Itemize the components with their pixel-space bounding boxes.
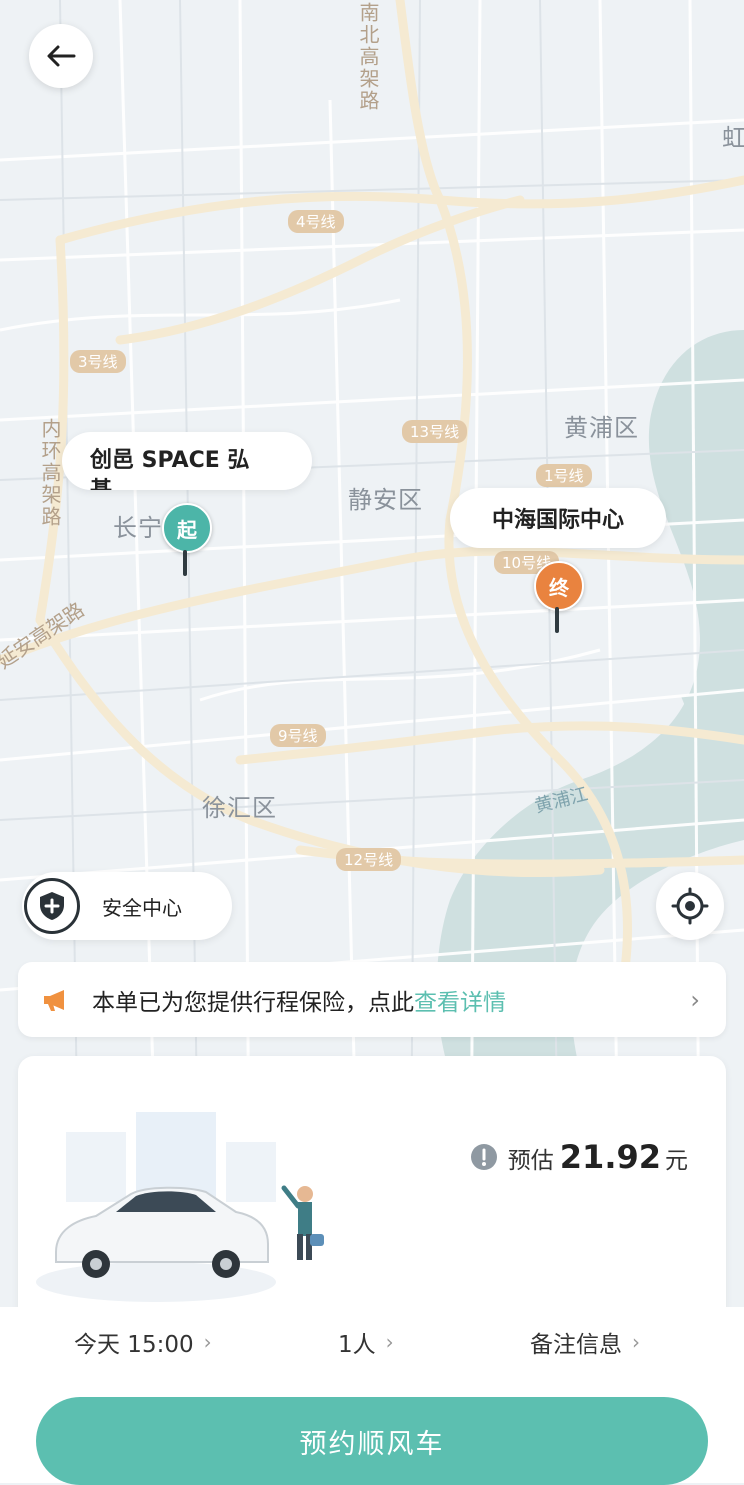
destination-pin[interactable]: 终 [534,561,584,611]
booking-panel: 今天 15:00 › 1人 › 备注信息 › 预约顺风车 [0,1307,744,1485]
origin-pin-text: 起 [177,517,197,542]
estimate-label: 预估 [507,1148,554,1174]
district-label-jingan: 静安区 [348,486,423,514]
crosshair-icon [671,887,709,925]
chevron-right-icon: › [632,1330,640,1354]
origin-label-bubble[interactable]: 创邑 SPACE 弘基 [62,432,312,490]
destination-label-bubble[interactable]: 中海国际中心 [450,488,666,548]
chevron-right-icon: › [385,1330,394,1354]
insurance-notice[interactable]: 本单已为您提供行程保险，点此查看详情 › [18,962,726,1037]
destination-label: 中海国际中心 [491,508,624,533]
estimate-price: 21.92 [559,1138,661,1176]
book-ride-button[interactable]: 预约顺风车 [36,1397,708,1485]
safety-center-button[interactable]: 安全中心 [22,872,232,940]
fare-estimate: 预估 21.92 元 [470,1138,688,1176]
info-icon[interactable] [470,1143,498,1171]
district-label-huangpu: 黄浦区 [564,414,639,442]
fare-card: 预估 21.92 元 [18,1056,726,1326]
insurance-notice-text: 本单已为您提供行程保险，点此查看详情 [92,983,506,1017]
metro-label-12: 12号线 [336,848,402,871]
back-button[interactable] [29,24,93,88]
metro-label-4: 4号线 [288,210,344,233]
origin-label: 创邑 SPACE 弘基 [90,448,250,490]
passenger-count-selector[interactable]: 1人 › [338,1325,394,1359]
metro-label-3: 3号线 [70,350,126,373]
car-illustration [36,1112,324,1302]
notice-text: 本单已为您提供行程保险，点此 [92,989,414,1016]
metro-label-9: 9号线 [270,724,326,747]
district-label-xuhui: 徐汇区 [202,794,277,822]
passenger-count-value: 1人 [338,1332,376,1358]
remarks-selector[interactable]: 备注信息 › [530,1325,640,1359]
metro-label-13: 13号线 [402,420,468,443]
departure-time-value: 今天 15:00 [74,1332,194,1358]
shield-plus-icon [24,878,80,934]
estimate-unit: 元 [665,1148,688,1174]
chevron-right-icon: › [690,985,700,1014]
district-label-changning: 长宁 [113,514,163,542]
metro-label-1: 1号线 [536,464,592,487]
chevron-right-icon: › [203,1330,212,1354]
origin-pin-stem [183,550,187,576]
safety-center-label: 安全中心 [102,895,182,920]
road-label-nanbei: 南北高架路 [356,2,380,112]
destination-pin-text: 终 [549,575,569,600]
road-label-neihuan: 内环高架路 [38,418,62,528]
book-ride-label: 预约顺风车 [299,1428,445,1460]
megaphone-icon [44,989,64,1011]
arrow-left-icon [47,45,76,67]
view-details-link[interactable]: 查看详情 [414,990,506,1016]
district-label-hongkou: 虹 [722,124,744,152]
locate-button[interactable] [656,872,724,940]
origin-pin[interactable]: 起 [162,503,212,553]
departure-time-selector[interactable]: 今天 15:00 › [74,1325,212,1359]
remarks-value: 备注信息 [530,1332,622,1358]
destination-pin-stem [555,607,559,633]
